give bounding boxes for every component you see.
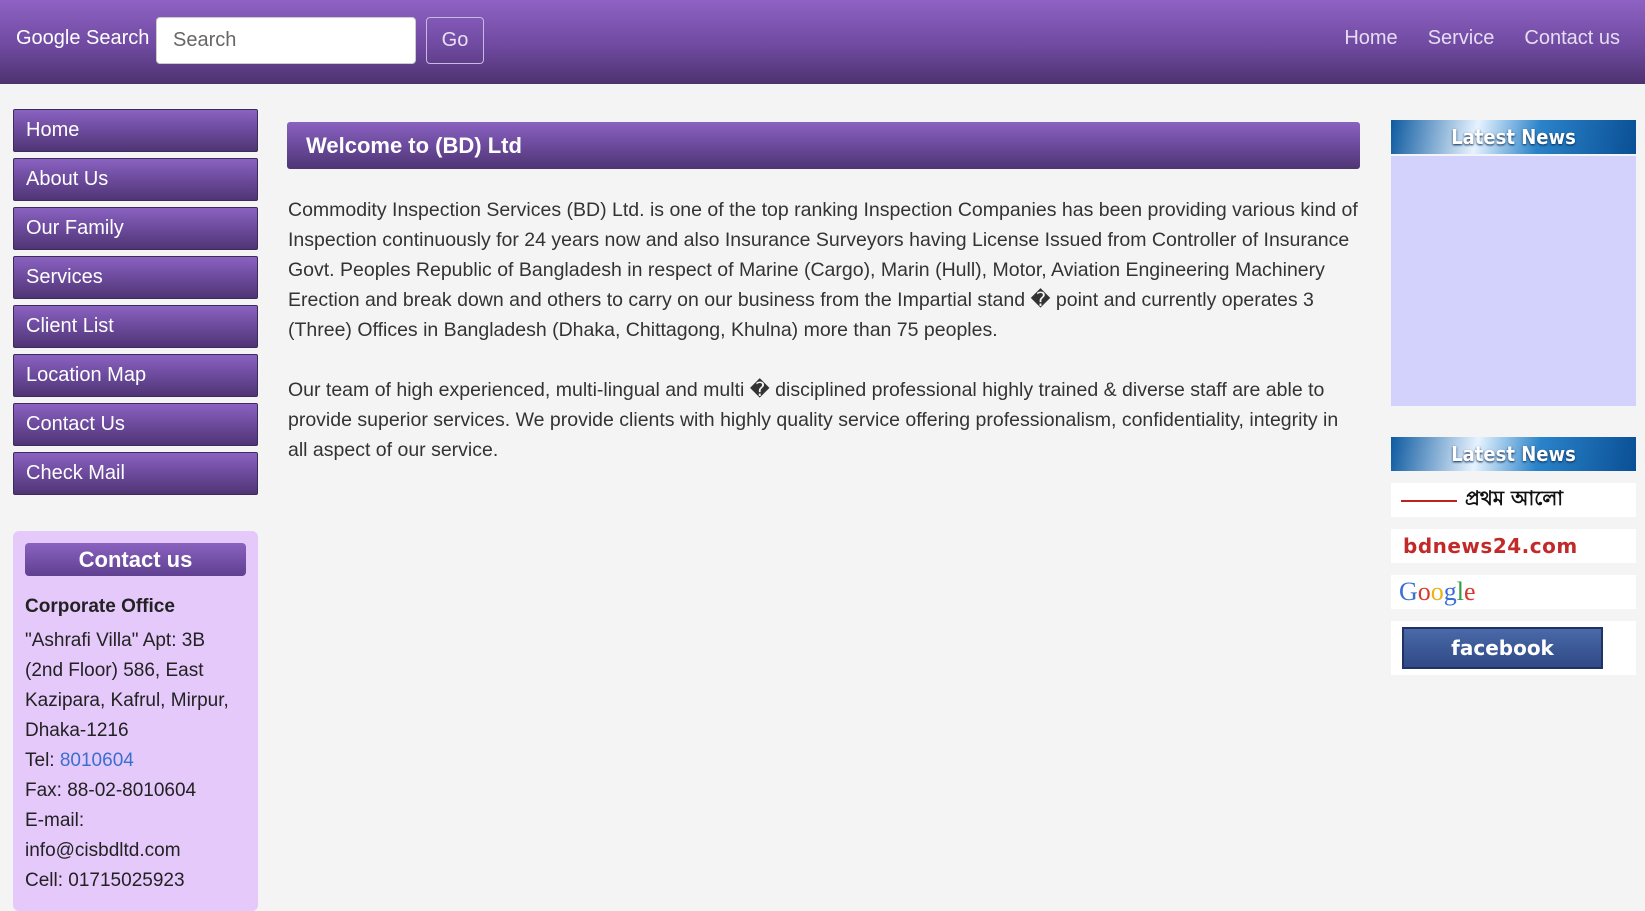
tel-label: Tel: [25, 750, 60, 771]
team-paragraph: Our team of high experienced, multi-ling… [288, 379, 1339, 461]
sidebar-item-location-map[interactable]: Location Map [13, 354, 258, 397]
contact-fax: Fax: 88-02-8010604 [25, 780, 197, 801]
google-logo-letter: e [1464, 577, 1476, 606]
google-link[interactable]: Google [1391, 575, 1636, 609]
corporate-office-title: Corporate Office [25, 596, 175, 617]
search-input[interactable] [156, 17, 416, 64]
sidebar-item-contact-us[interactable]: Contact Us [13, 403, 258, 446]
google-logo-letter: o [1430, 577, 1444, 606]
facebook-logo: facebook [1402, 627, 1603, 669]
latest-news-banner-links: Latest News [1391, 437, 1636, 471]
top-navbar: Google Search Go Home Service Contact us [0, 0, 1645, 84]
google-logo-letter: G [1399, 577, 1418, 606]
bdnews24-link[interactable]: bdnews24.com [1391, 529, 1636, 563]
sidebar-menu: Home About Us Our Family Services Client… [13, 109, 258, 501]
sidebar-item-our-family[interactable]: Our Family [13, 207, 258, 250]
top-link-contact[interactable]: Contact us [1524, 27, 1620, 50]
contact-email: info@cisbdltd.com [25, 840, 181, 861]
intro-paragraph: Commodity Inspection Services (BD) Ltd. … [288, 199, 1358, 341]
sidebar-item-check-mail[interactable]: Check Mail [13, 452, 258, 495]
main-content: Commodity Inspection Services (BD) Ltd. … [288, 195, 1360, 495]
contact-details: "Ashrafi Villa" Apt: 3B (2nd Floor) 586,… [25, 626, 246, 896]
contact-tel: Tel: 8010604 [25, 746, 246, 776]
top-nav-links: Home Service Contact us [1344, 27, 1620, 50]
prothom-alo-mark [1401, 500, 1457, 502]
google-logo-letter: g [1443, 577, 1457, 606]
top-link-service[interactable]: Service [1428, 27, 1495, 50]
contact-email-label: E-mail: [25, 810, 85, 831]
contact-heading: Contact us [25, 543, 246, 576]
latest-news-panel [1391, 156, 1636, 406]
contact-cell: Cell: 01715025923 [25, 870, 185, 891]
sidebar-item-home[interactable]: Home [13, 109, 258, 152]
facebook-link[interactable]: facebook [1391, 621, 1636, 675]
prothom-alo-link[interactable]: প্রথম আলো [1391, 483, 1636, 517]
sidebar-item-client-list[interactable]: Client List [13, 305, 258, 348]
google-logo-letter: l [1456, 577, 1465, 606]
brand-label: Google Search [16, 27, 150, 49]
google-logo-letter: o [1417, 577, 1431, 606]
sidebar-item-about-us[interactable]: About Us [13, 158, 258, 201]
sidebar-item-services[interactable]: Services [13, 256, 258, 299]
tel-link[interactable]: 8010604 [60, 750, 134, 771]
bdnews24-logo: bdnews24.com [1403, 534, 1578, 558]
contact-box: Contact us Corporate Office "Ashrafi Vil… [13, 531, 258, 911]
go-button[interactable]: Go [426, 17, 484, 64]
latest-news-banner: Latest News [1391, 120, 1636, 154]
page-title: Welcome to (BD) Ltd [287, 122, 1360, 169]
top-link-home[interactable]: Home [1344, 27, 1397, 50]
google-logo: Google [1391, 577, 1476, 607]
contact-address: "Ashrafi Villa" Apt: 3B (2nd Floor) 586,… [25, 630, 229, 741]
